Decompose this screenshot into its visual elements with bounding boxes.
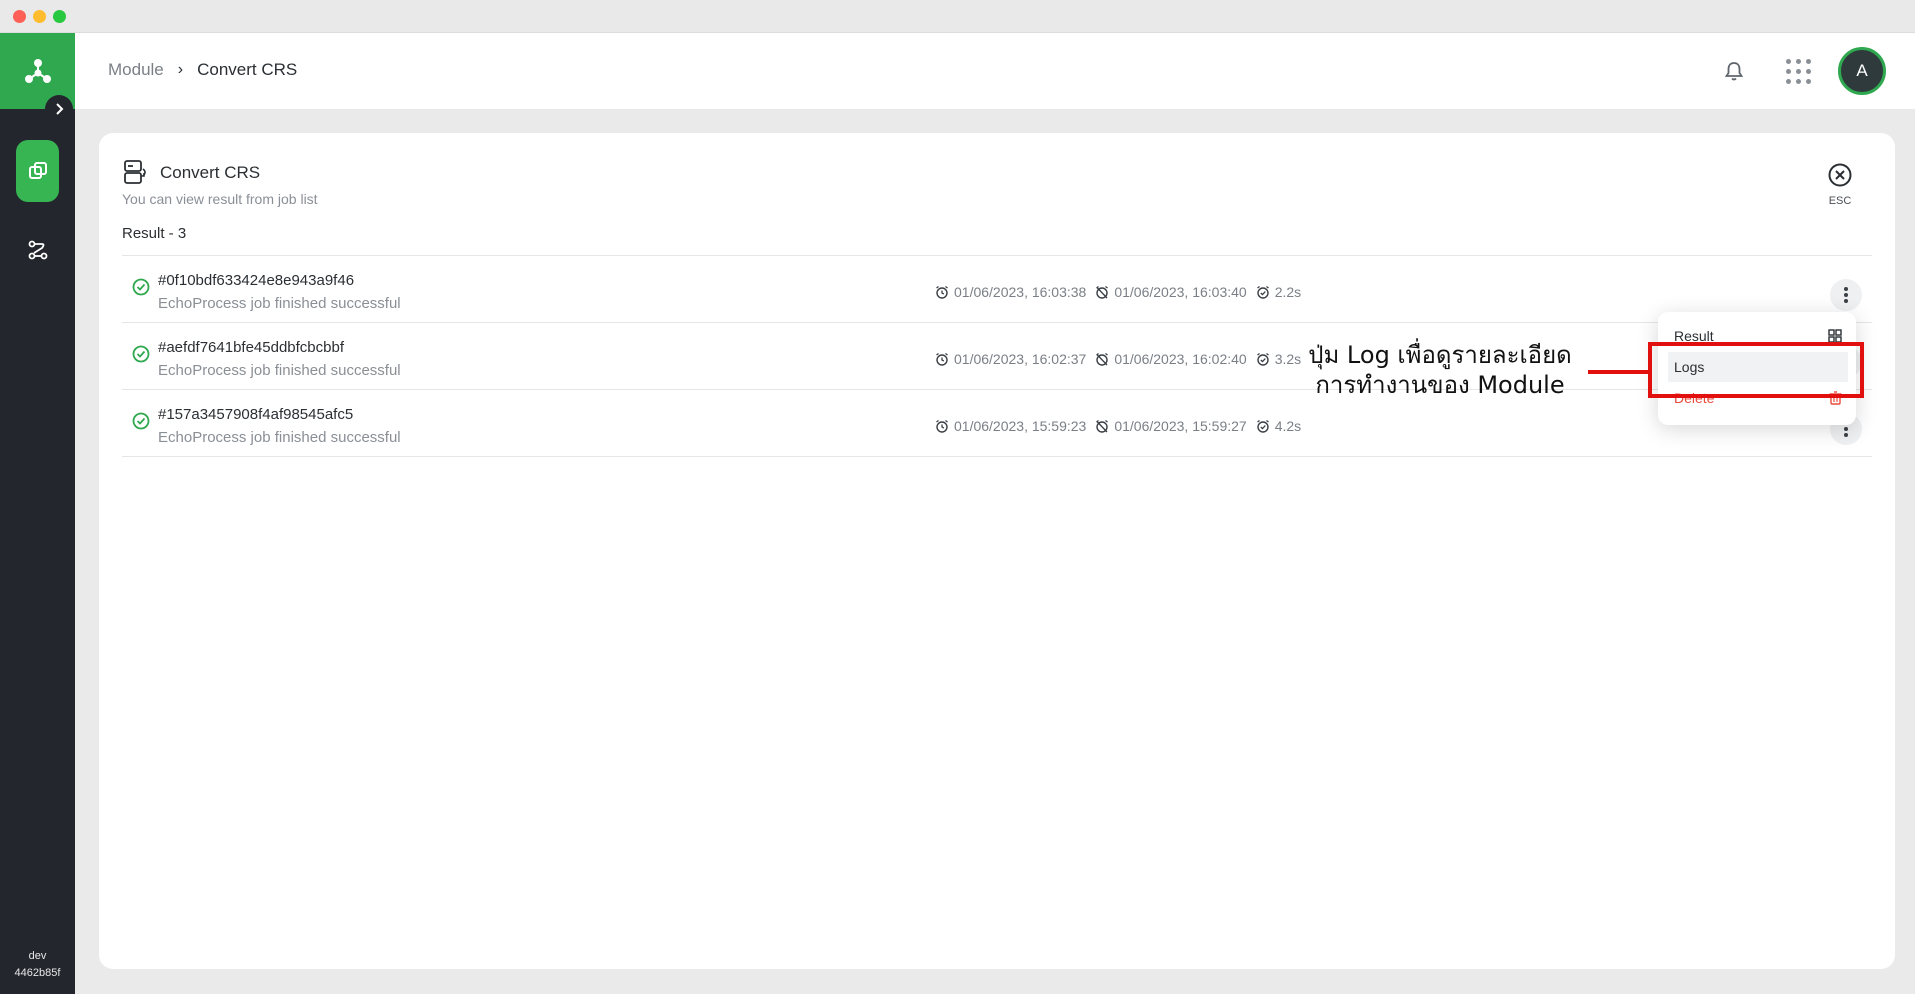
job-message: EchoProcess job finished successful [158,295,401,312]
alarm-clock-icon [936,285,948,299]
breadcrumb-current: Convert CRS [197,60,298,79]
alarm-clock-icon [936,419,948,433]
job-row[interactable]: #0f10bdf633424e8e943a9f46 EchoProcess jo… [122,256,1872,323]
annotation-pointer-line [1588,370,1650,374]
annotation-line-1: ปุ่ม Log เพื่อดูรายละเอียด [1308,341,1572,369]
job-row[interactable]: #157a3457908f4af98545afc5 EchoProcess jo… [122,390,1872,457]
breadcrumb: Module › Convert CRS [108,60,297,80]
breadcrumb-module-link[interactable]: Module [108,60,164,80]
job-duration: 4.2s [1274,418,1302,434]
env-name: dev [28,950,47,962]
window-close-button[interactable] [13,10,26,23]
job-actions-button[interactable] [1830,279,1862,311]
annotation-callout-text: ปุ่ม Log เพื่อดูรายละเอียด การทำงานของ M… [1302,340,1578,400]
window-zoom-button[interactable] [53,10,66,23]
job-message: EchoProcess job finished successful [158,429,401,446]
check-circle-icon [132,412,150,430]
window-titlebar [0,0,1915,33]
esc-hint: ESC [1828,195,1852,207]
chevron-right-icon [56,103,64,115]
check-circle-icon [132,278,150,296]
result-count: Result - 3 [122,225,187,242]
job-end-time: 01/06/2023, 16:02:40 [1114,351,1247,367]
job-row[interactable]: #aefdf7641bfe45ddbfcbcbbf EchoProcess jo… [122,323,1872,390]
job-results-panel: Convert CRS You can view result from job… [99,133,1895,969]
alarm-off-icon [1096,419,1109,433]
sidebar-expand-button[interactable] [45,95,73,123]
job-duration: 3.2s [1274,351,1302,367]
breadcrumb-separator: › [177,61,184,78]
job-start-time: 01/06/2023, 16:02:37 [954,351,1087,367]
more-vertical-icon [1844,287,1848,291]
sidebar-item-modules[interactable] [16,140,59,202]
job-start-time: 01/06/2023, 15:59:23 [954,418,1087,434]
user-avatar[interactable]: A [1838,47,1886,95]
environment-info: dev 4462b85f [0,948,75,982]
job-message: EchoProcess job finished successful [158,362,401,379]
job-start-time: 01/06/2023, 16:03:38 [954,284,1087,300]
annotation-highlight-box [1648,342,1864,398]
job-timing: 01/06/2023, 16:02:37 01/06/2023, 16:02:4… [935,351,1310,367]
job-timing: 01/06/2023, 15:59:23 01/06/2023, 15:59:2… [935,418,1310,434]
layers-icon [28,162,47,179]
sidebar: dev 4462b85f [0,33,75,994]
notifications-button[interactable] [1720,57,1748,85]
job-id: #0f10bdf633424e8e943a9f46 [158,272,355,289]
close-icon[interactable] [1827,162,1853,188]
apps-grid-button[interactable] [1784,57,1812,85]
env-hash: 4462b85f [14,967,61,979]
panel-subtitle: You can view result from job list [122,191,318,207]
job-id: #aefdf7641bfe45ddbfcbcbbf [158,339,344,356]
convert-module-icon [124,160,146,184]
alarm-off-icon [1096,352,1109,366]
alarm-clock-icon [936,352,948,366]
job-id: #157a3457908f4af98545afc5 [158,406,354,423]
job-end-time: 01/06/2023, 16:03:40 [1114,284,1247,300]
workflow-icon [28,240,48,260]
apps-grid-icon [1785,58,1791,64]
window-minimize-button[interactable] [33,10,46,23]
job-timing: 01/06/2023, 16:03:38 01/06/2023, 16:03:4… [935,284,1310,300]
alarm-check-icon [1256,352,1269,366]
bell-icon [1724,62,1744,81]
top-header: Module › Convert CRS A [75,33,1915,109]
alarm-check-icon [1256,285,1269,299]
panel-title: Convert CRS [160,163,261,182]
sidebar-item-workflow[interactable] [23,235,53,265]
grid-icon [1828,329,1842,343]
annotation-line-2: การทำงานของ Module [1315,371,1565,399]
job-end-time: 01/06/2023, 15:59:27 [1114,418,1247,434]
network-logo-icon [24,59,51,83]
alarm-check-icon [1256,419,1269,433]
job-duration: 2.2s [1274,284,1302,300]
check-circle-icon [132,345,150,363]
alarm-off-icon [1096,285,1109,299]
